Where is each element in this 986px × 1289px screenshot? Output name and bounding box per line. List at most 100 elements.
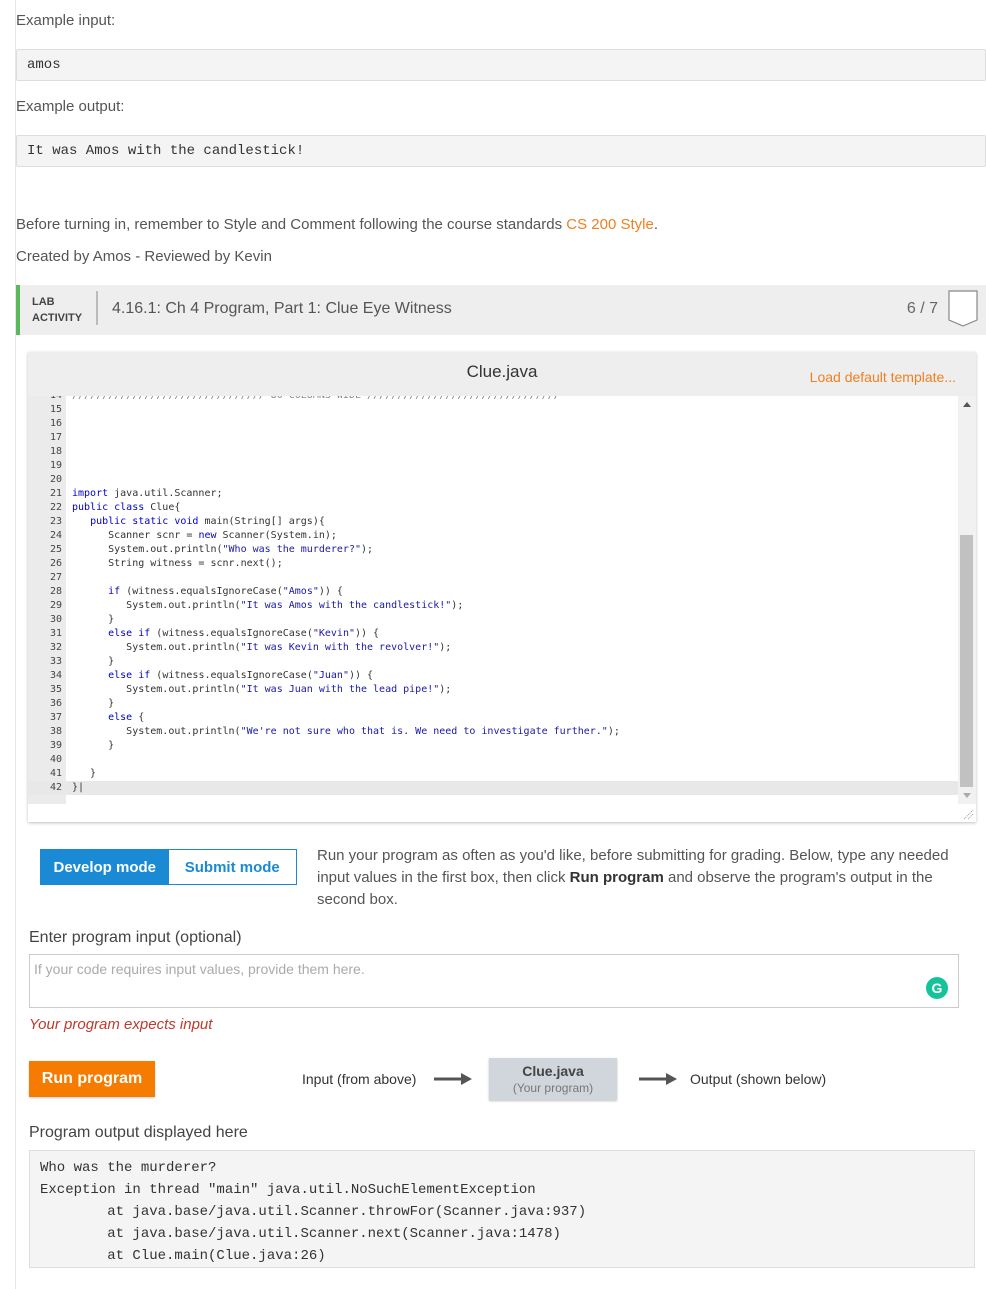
- lab-score: 6 / 7: [906, 300, 938, 317]
- line-number: 30: [49, 614, 62, 625]
- lab-activity-header: LAB ACTIVITY 4.16.1: Ch 4 Program, Part …: [16, 285, 986, 335]
- program-output-label: Program output displayed here: [29, 1124, 248, 1141]
- code-text: public static void main(String[] args){: [90, 516, 325, 527]
- output-line: at java.base/java.util.Scanner.throwFor(…: [40, 1204, 587, 1220]
- code-line[interactable]: 22 public class Clue{: [28, 501, 958, 515]
- scroll-up-arrow-icon[interactable]: [963, 402, 971, 407]
- line-number: 28: [49, 586, 62, 597]
- code-line[interactable]: 16: [28, 417, 958, 431]
- line-number: 19: [49, 460, 62, 471]
- code-line[interactable]: 21 import java.util.Scanner;: [28, 487, 958, 501]
- code-line[interactable]: 29 System.out.println("It was Amos with …: [28, 599, 958, 613]
- code-text: //////////////////////////////// 80 COLU…: [72, 396, 560, 403]
- code-line[interactable]: 41 }: [28, 767, 958, 781]
- load-default-template-link[interactable]: Load default template...: [810, 369, 956, 385]
- expects-input-warning: Your program expects input: [29, 1016, 213, 1033]
- line-number: 39: [49, 740, 62, 751]
- line-number: 27: [49, 572, 62, 583]
- line-number: 23: [49, 516, 62, 527]
- code-text: }: [72, 740, 115, 751]
- lab-activity-tag: LAB ACTIVITY: [32, 294, 82, 326]
- mode-toggle: Develop mode Submit mode: [40, 849, 297, 885]
- submit-mode-button[interactable]: Submit mode: [168, 850, 296, 884]
- style-note-text: Before turning in, remember to Style and…: [16, 216, 567, 233]
- code-editor: Clue.java Load default template... 14 ///…: [28, 352, 976, 822]
- line-number: 31: [49, 628, 62, 639]
- code-line[interactable]: 28 if (witness.equalsIgnoreCase("Amos"))…: [28, 585, 958, 599]
- code-line[interactable]: 24 Scanner scnr = new Scanner(System.in)…: [28, 529, 958, 543]
- style-note: Before turning in, remember to Style and…: [16, 216, 658, 233]
- code-line[interactable]: 42 }|: [28, 781, 958, 795]
- code-line[interactable]: 37 else {: [28, 711, 958, 725]
- code-area[interactable]: 14 //////////////////////////////// 80 CO…: [28, 396, 958, 804]
- code-line[interactable]: 36 }: [28, 697, 958, 711]
- code-text: String witness = scnr.next();: [72, 558, 283, 569]
- code-line[interactable]: 14 //////////////////////////////// 80 CO…: [28, 396, 958, 403]
- code-line[interactable]: 15: [28, 403, 958, 417]
- grammarly-icon[interactable]: G: [926, 977, 948, 999]
- line-number: 36: [49, 698, 62, 709]
- code-text: System.out.println("It was Juan with the…: [72, 684, 452, 695]
- line-number: 42: [49, 782, 62, 793]
- code-line[interactable]: 25 System.out.println("Who was the murde…: [28, 543, 958, 557]
- code-text: }: [72, 656, 115, 667]
- line-number: 25: [49, 544, 62, 555]
- code-text: }: [72, 698, 115, 709]
- line-number: 17: [49, 432, 62, 443]
- scroll-down-arrow-icon[interactable]: [963, 793, 971, 798]
- line-number: 20: [49, 474, 62, 485]
- code-text: }: [72, 614, 115, 625]
- line-number: 15: [49, 404, 62, 415]
- output-line: Exception in thread "main" java.util.NoS…: [40, 1182, 536, 1198]
- code-line[interactable]: 26 String witness = scnr.next();: [28, 557, 958, 571]
- example-output-box: It was Amos with the candlestick!: [16, 135, 986, 167]
- run-program-button[interactable]: Run program: [29, 1061, 155, 1097]
- code-line[interactable]: 30 }: [28, 613, 958, 627]
- code-line[interactable]: 17: [28, 431, 958, 445]
- lab-header-divider: [96, 291, 98, 325]
- code-line[interactable]: 23 public static void main(String[] args…: [28, 515, 958, 529]
- line-number: 40: [49, 754, 62, 765]
- mode-desc-bold: Run program: [569, 869, 664, 886]
- credits: Created by Amos - Reviewed by Kevin: [16, 248, 272, 265]
- line-number: 33: [49, 656, 62, 667]
- code-line[interactable]: 19: [28, 459, 958, 473]
- program-box-name: Clue.java: [522, 1063, 584, 1079]
- program-input-field[interactable]: [29, 954, 959, 1008]
- code-line[interactable]: 18: [28, 445, 958, 459]
- arrow-right-icon: [434, 1073, 472, 1085]
- code-line[interactable]: 34 else if (witness.equalsIgnoreCase("Ju…: [28, 669, 958, 683]
- line-number: 18: [49, 446, 62, 457]
- program-box: Clue.java (Your program): [489, 1058, 617, 1100]
- line-number: 32: [49, 642, 62, 653]
- line-number: 38: [49, 726, 62, 737]
- cs200-style-link[interactable]: CS 200 Style: [566, 216, 654, 233]
- code-line[interactable]: 40: [28, 753, 958, 767]
- editor-scrollbar[interactable]: [958, 396, 976, 804]
- code-text: System.out.println("Who was the murderer…: [72, 544, 374, 555]
- output-line: at Clue.main(Clue.java:26): [40, 1248, 326, 1264]
- code-line[interactable]: 31 else if (witness.equalsIgnoreCase("Ke…: [28, 627, 958, 641]
- example-output-label: Example output:: [16, 98, 125, 115]
- code-line[interactable]: 32 System.out.println("It was Kevin with…: [28, 641, 958, 655]
- scrollbar-thumb[interactable]: [960, 535, 973, 787]
- code-line[interactable]: 20: [28, 473, 958, 487]
- code-line[interactable]: 39 }: [28, 739, 958, 753]
- line-number: 35: [49, 684, 62, 695]
- program-input-label: Enter program input (optional): [29, 929, 242, 946]
- output-line: at java.base/java.util.Scanner.next(Scan…: [40, 1226, 561, 1242]
- code-text: System.out.println("It was Amos with the…: [72, 600, 464, 611]
- code-line[interactable]: 33 }: [28, 655, 958, 669]
- program-output-box: Who was the murderer? Exception in thread…: [29, 1150, 975, 1268]
- score-badge-icon: [948, 290, 978, 327]
- code-line[interactable]: 38 System.out.println("We're not sure wh…: [28, 725, 958, 739]
- line-number: 37: [49, 712, 62, 723]
- code-text: }|: [72, 782, 85, 793]
- mode-description: Run your program as often as you'd like,…: [317, 845, 977, 911]
- code-text: System.out.println("It was Kevin with th…: [72, 642, 452, 653]
- code-text: System.out.println("We're not sure who t…: [72, 726, 620, 737]
- resize-grip-icon[interactable]: [962, 808, 974, 820]
- develop-mode-button[interactable]: Develop mode: [41, 850, 169, 884]
- code-line[interactable]: 27: [28, 571, 958, 585]
- code-line[interactable]: 35 System.out.println("It was Juan with …: [28, 683, 958, 697]
